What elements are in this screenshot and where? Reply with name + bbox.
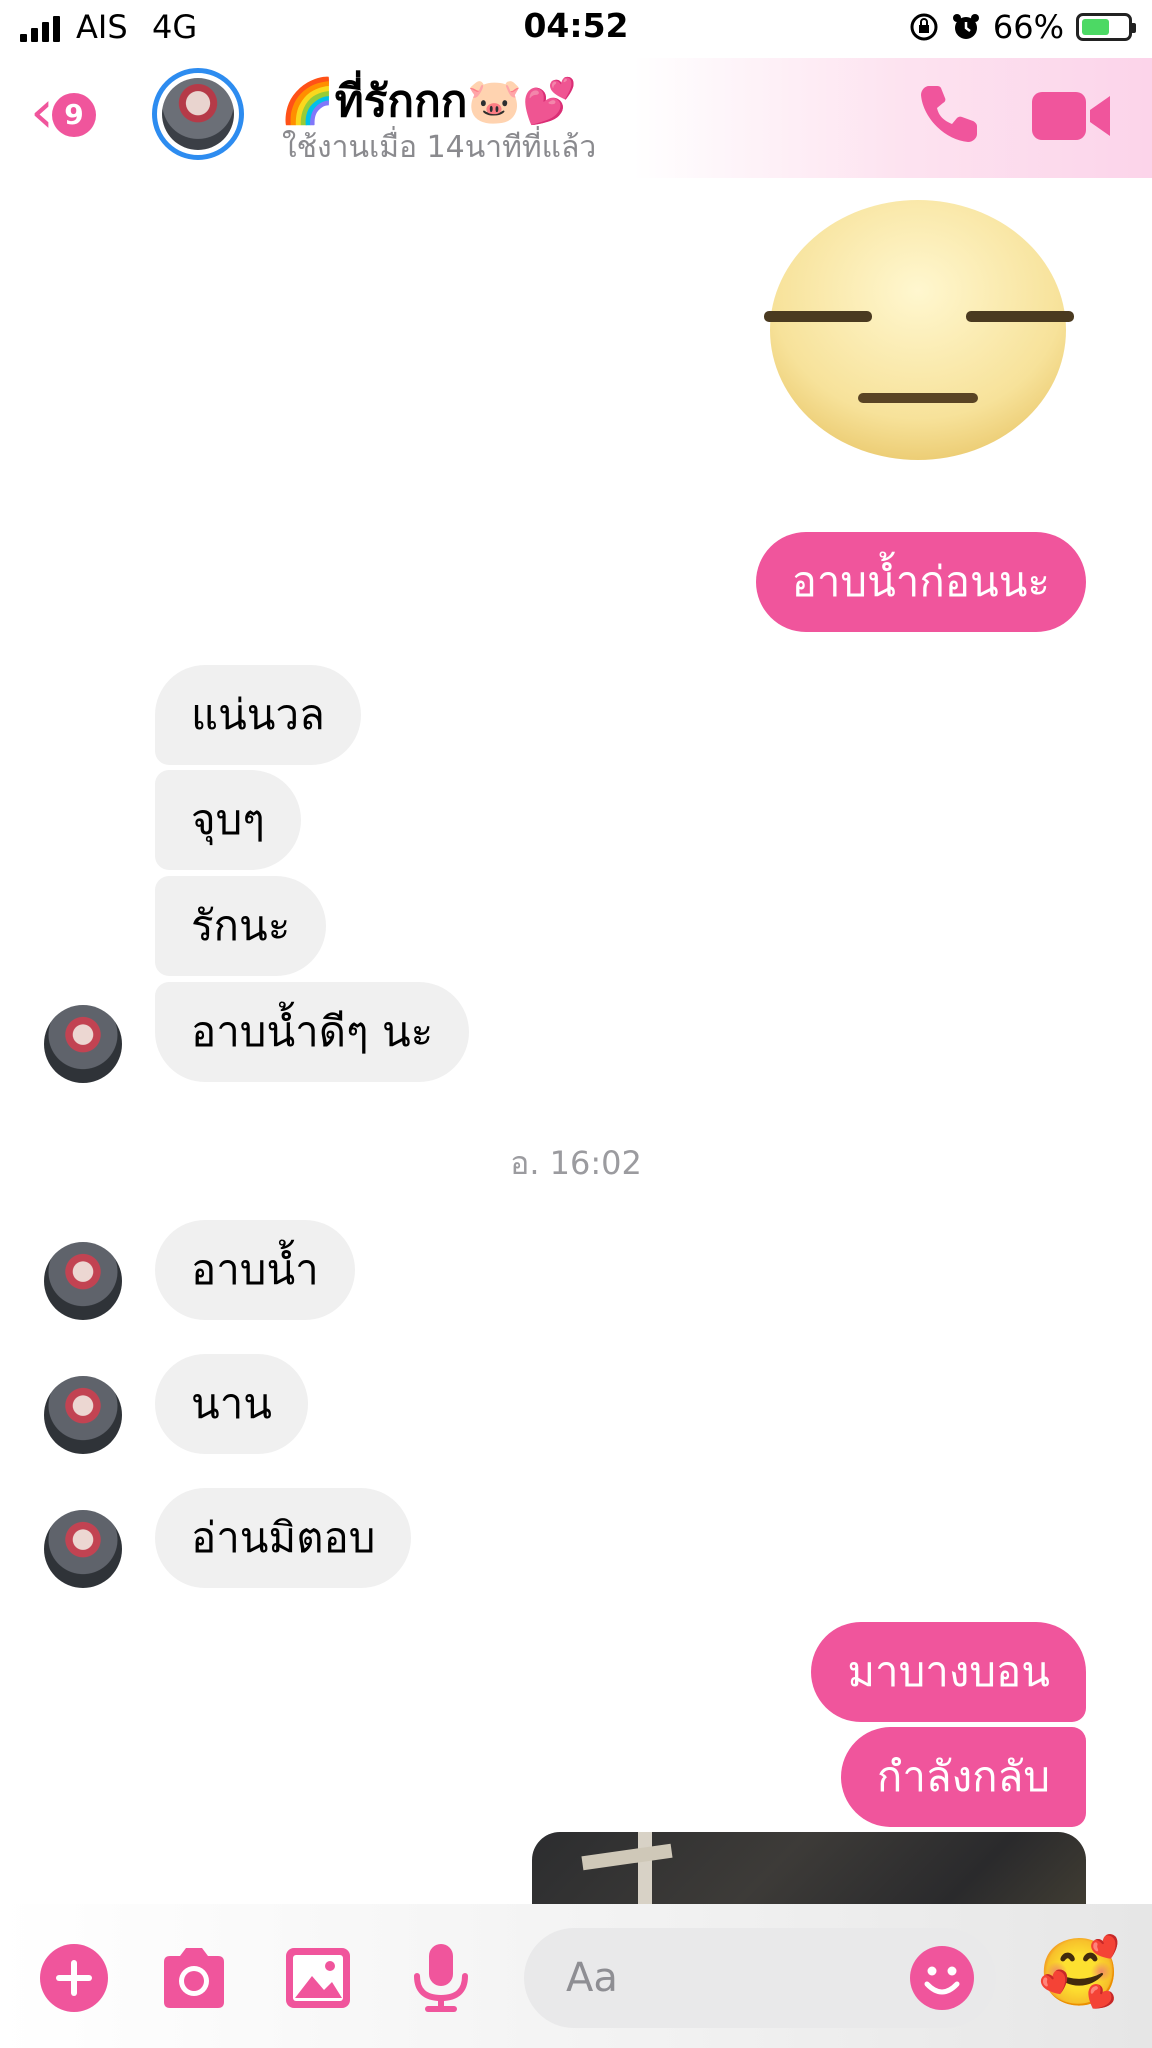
message-input[interactable]: Aa	[524, 1928, 996, 2028]
plus-icon[interactable]	[38, 1942, 110, 2014]
received-message[interactable]: อาบน้ำ	[155, 1220, 355, 1320]
status-bar: AIS 4G 04:52 66%	[0, 0, 1152, 58]
smile-icon[interactable]	[908, 1944, 976, 2012]
received-message[interactable]: นาน	[155, 1354, 309, 1454]
microphone-icon[interactable]	[405, 1942, 477, 2014]
message-input-placeholder: Aa	[566, 1955, 618, 2001]
sent-message[interactable]: มาบางบอน	[811, 1622, 1086, 1722]
rotation-lock-icon	[910, 13, 938, 41]
avatar[interactable]	[44, 1510, 122, 1588]
chevron-left-icon: ‹	[30, 77, 54, 147]
camera-icon[interactable]	[158, 1942, 230, 2014]
chat-header: ‹ 9 🌈ที่รักกก🐷💕 ใช้งานเมื่อ 14นาทีที่แล้…	[0, 58, 1152, 178]
contact-avatar[interactable]	[152, 68, 244, 160]
sent-message[interactable]: กำลังกลับ	[840, 1727, 1086, 1827]
status-right: 66%	[909, 8, 1136, 46]
image-icon[interactable]	[282, 1942, 354, 2014]
sent-message[interactable]: อาบน้ำก่อนนะ	[755, 532, 1086, 632]
phone-icon[interactable]	[915, 78, 985, 148]
avatar[interactable]	[44, 1376, 122, 1454]
unread-badge: 9	[52, 93, 96, 137]
quick-reaction-button[interactable]: 🥰	[1038, 1940, 1120, 2006]
alarm-icon	[952, 14, 979, 39]
received-message[interactable]: อาบน้ำดีๆ นะ	[155, 982, 470, 1082]
received-message[interactable]: จุบๆ	[155, 770, 301, 870]
battery-percent: 66%	[992, 8, 1064, 46]
message-timestamp: อ. 16:02	[510, 1144, 642, 1182]
battery-icon	[1076, 13, 1136, 41]
expressionless-sticker[interactable]	[762, 195, 1074, 465]
video-icon[interactable]	[1032, 88, 1112, 144]
avatar[interactable]	[44, 1005, 122, 1083]
back-button[interactable]: ‹ 9	[30, 82, 96, 142]
contact-active-status: ใช้งานเมื่อ 14นาทีที่แล้ว	[282, 130, 597, 165]
received-message[interactable]: แน่นวล	[155, 665, 361, 765]
received-message[interactable]: รักนะ	[155, 876, 327, 976]
received-message[interactable]: อ่านมิตอบ	[155, 1488, 412, 1588]
avatar[interactable]	[44, 1242, 122, 1320]
